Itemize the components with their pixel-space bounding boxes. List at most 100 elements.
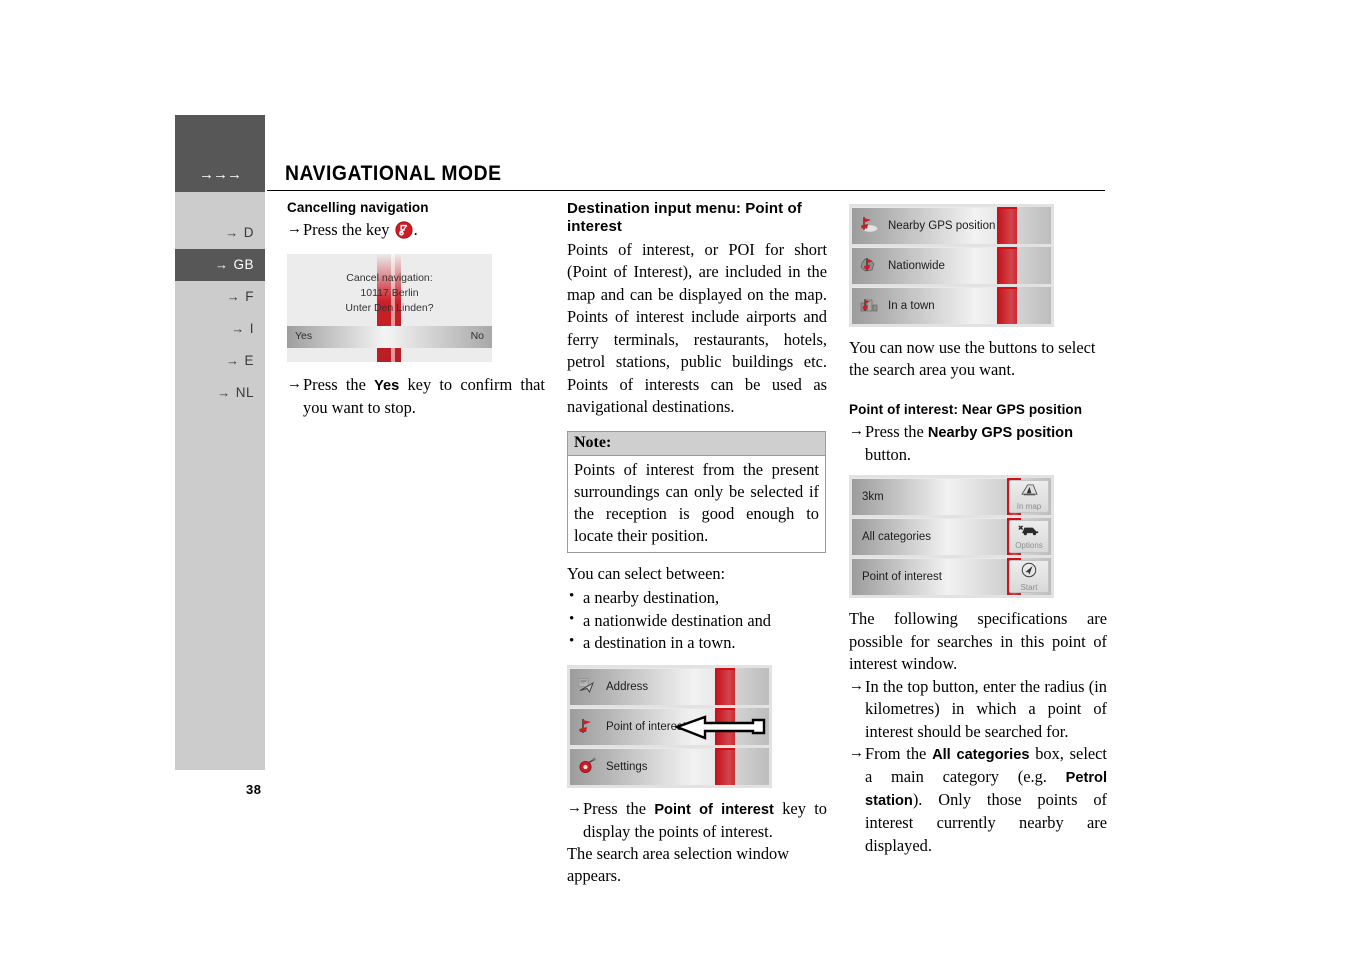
- poi-select-button[interactable]: Point of interest: [852, 558, 1007, 596]
- menu-tail: [735, 747, 769, 785]
- sidebar-item-label: E: [244, 353, 254, 368]
- dialog-line-3: Unter Den Linden?: [345, 302, 434, 315]
- search-area-menu-screenshot: Nearby GPS position Nationwide In a town: [849, 204, 1054, 327]
- destination-input-menu-screenshot: Address Point of interest Settings: [567, 664, 772, 788]
- options-button[interactable]: Options: [1009, 520, 1049, 554]
- cancel-step-press-key: → Press the key .: [287, 219, 545, 245]
- destination-input-heading: Destination input menu: Point of interes…: [567, 200, 802, 235]
- yes-key-emphasis: Yes: [374, 378, 400, 395]
- near-gps-position-heading: Point of interest: Near GPS position: [849, 401, 1083, 417]
- category-select-button[interactable]: All categories: [852, 518, 1007, 556]
- header-divider: [267, 190, 1105, 191]
- step-text: Press the key: [303, 219, 390, 239]
- arrow-icon: →: [849, 422, 864, 439]
- table-row[interactable]: Settings: [570, 747, 769, 785]
- sidebar-item-gb[interactable]: → GB: [175, 249, 265, 281]
- dialog-message: Cancel navigation: 10117 Berlin Unter De…: [287, 271, 492, 316]
- sidebar-item-label: I: [249, 321, 254, 336]
- arrow-icon: →: [231, 321, 245, 336]
- menu-label: Point of interest: [862, 571, 942, 584]
- arrow-icon: →: [225, 225, 239, 240]
- arrow-icon: →: [226, 289, 241, 304]
- poi-town-icon: [859, 295, 881, 317]
- note-box: Note: Points of interest from the presen…: [567, 430, 826, 553]
- sidebar-item-label: F: [245, 289, 254, 304]
- step-text: Press the: [303, 375, 366, 395]
- column-three: Nearby GPS position Nationwide In a town…: [849, 200, 1107, 857]
- sidekey-label: Start: [1020, 582, 1038, 592]
- menu-label: Nationwide: [888, 260, 945, 272]
- arrow-icon: →: [217, 385, 231, 400]
- table-row[interactable]: Nationwide: [852, 247, 1051, 284]
- list-item: a destination in a town.: [567, 631, 827, 654]
- table-row[interactable]: Nearby GPS position: [852, 207, 1051, 244]
- start-button[interactable]: Start: [1009, 560, 1049, 594]
- sidebar-item-label: NL: [235, 385, 254, 400]
- poi-search-window-screenshot: 3km In map All categories Options Point …: [849, 475, 1054, 599]
- cancelling-navigation-heading: Cancelling navigation: [287, 200, 429, 215]
- category-step: → From the All categories box, select a …: [849, 743, 1107, 857]
- cancel-navigation-dialog-screenshot: Cancel navigation: 10117 Berlin Unter De…: [287, 254, 492, 363]
- step-text: From the: [865, 744, 927, 764]
- page-number: 38: [246, 782, 262, 797]
- select-intro: You can select between:: [567, 563, 726, 583]
- step-text: Press the: [583, 798, 646, 818]
- sidebar-item-label: GB: [233, 257, 254, 272]
- radius-step: → In the top button, enter the radius (i…: [849, 676, 1107, 743]
- menu-tail: [1017, 207, 1051, 244]
- dialog-button-row: [287, 326, 492, 349]
- specifications-paragraph: The following specifications are possibl…: [849, 609, 1107, 674]
- table-row[interactable]: In a town: [852, 287, 1051, 324]
- radius-input-button[interactable]: 3km: [852, 478, 1007, 516]
- menu-tail: [1017, 287, 1051, 324]
- selection-bullet-list: a nearby destination, a nationwide desti…: [567, 586, 827, 654]
- sidebar-item-label: D: [243, 225, 254, 240]
- poi-step-press: → Press the Point of interest key to dis…: [567, 798, 827, 843]
- page-title: NAVIGATIONAL MODE: [285, 162, 502, 185]
- search-area-closing: The search area selection window appears…: [567, 844, 790, 886]
- language-tab-strip: → D → GB → F → I → E → NL: [175, 192, 265, 770]
- sidebar-item-nl[interactable]: → NL: [175, 377, 265, 409]
- sidekey-label: In map: [1016, 501, 1042, 511]
- dialog-yes-button[interactable]: Yes: [295, 330, 312, 342]
- poi-intro-paragraph: Points of interest, or POI for short (Po…: [567, 240, 827, 417]
- table-row[interactable]: All categories Options: [852, 518, 1051, 556]
- arrow-icon: →: [214, 257, 229, 272]
- start-arrow-icon: [1021, 562, 1037, 583]
- arrow-icon: →: [287, 376, 302, 393]
- table-row[interactable]: Address: [570, 667, 769, 705]
- search-area-paragraph: You can now use the buttons to select th…: [849, 338, 1096, 380]
- cancel-step-confirm: → Press the Yes key to confirm that you …: [287, 374, 545, 419]
- menu-label: 3km: [862, 491, 884, 504]
- sidebar-item-e[interactable]: → E: [175, 345, 265, 377]
- arrow-icon: →: [849, 745, 864, 762]
- table-row[interactable]: Point of interest: [570, 707, 769, 745]
- poi-key-emphasis: Point of interest: [654, 801, 774, 818]
- in-map-button[interactable]: In map: [1009, 480, 1049, 514]
- menu-label: Nearby GPS position: [888, 220, 996, 232]
- arrow-icon: →: [849, 677, 864, 694]
- address-icon: [577, 676, 599, 698]
- sidebar-header-block: →→→: [175, 115, 265, 192]
- menu-tail: [1017, 247, 1051, 284]
- sidebar-item-f[interactable]: → F: [175, 281, 265, 313]
- list-item: a nationwide destination and: [567, 609, 827, 632]
- cancel-key-icon: [395, 221, 413, 245]
- menu-label: In a town: [888, 300, 935, 312]
- options-car-icon: [1018, 523, 1040, 541]
- step-text: Press the: [865, 421, 924, 441]
- table-row[interactable]: 3km In map: [852, 478, 1051, 516]
- menu-tail: [735, 707, 769, 745]
- poi-nationwide-icon: [859, 255, 881, 277]
- arrow-icon: →: [287, 220, 302, 237]
- dialog-no-button[interactable]: No: [471, 330, 484, 342]
- step-text-end: .: [413, 219, 418, 239]
- menu-label: Settings: [606, 760, 648, 773]
- poi-gps-icon: [859, 215, 881, 237]
- table-row[interactable]: Point of interest Start: [852, 558, 1051, 596]
- column-one: Cancelling navigation → Press the key . …: [287, 200, 545, 420]
- in-map-icon: [1020, 483, 1038, 502]
- sidebar-item-i[interactable]: → I: [175, 313, 265, 345]
- sidebar-item-d[interactable]: → D: [175, 217, 265, 249]
- sidebar-arrows-icon: →→→: [199, 166, 242, 183]
